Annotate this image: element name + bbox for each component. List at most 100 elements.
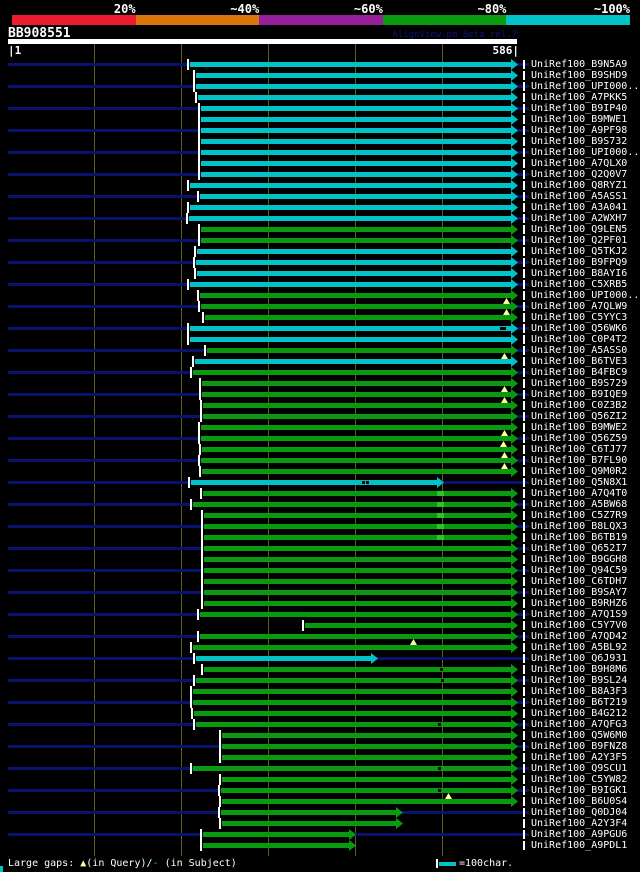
alignment-bar[interactable]	[204, 568, 511, 573]
alignment-bar[interactable]	[201, 117, 511, 122]
alignment-bar[interactable]	[201, 238, 511, 243]
alignment-row[interactable]: UniRef100_UPI000..	[0, 80, 640, 92]
alignment-row[interactable]: UniRef100_B8LQX3	[0, 520, 640, 532]
alignment-row[interactable]: UniRef100_B6TB19	[0, 531, 640, 543]
alignment-bar[interactable]	[193, 645, 511, 650]
alignment-row[interactable]: UniRef100_B6U0S4	[0, 793, 640, 807]
alignment-bar[interactable]	[201, 425, 511, 430]
alignment-row[interactable]: UniRef100_B9SL24	[0, 674, 640, 686]
alignment-row[interactable]: UniRef100_C5Z7R9	[0, 509, 640, 521]
alignment-bar[interactable]	[190, 62, 511, 67]
alignment-bar[interactable]	[203, 403, 511, 408]
alignment-row[interactable]: UniRef100_A2Y3F4	[0, 817, 640, 829]
alignment-bar[interactable]	[193, 766, 511, 771]
alignment-row[interactable]: UniRef100_C5YW82	[0, 773, 640, 785]
alignment-bar[interactable]	[201, 161, 511, 166]
alignment-bar[interactable]	[204, 557, 511, 562]
alignment-bar[interactable]	[201, 304, 511, 309]
alignment-bar[interactable]	[194, 711, 511, 716]
alignment-row[interactable]: UniRef100_Q0DJ04	[0, 806, 640, 818]
alignment-bar[interactable]	[200, 634, 511, 639]
alignment-row[interactable]: UniRef100_A5BW68	[0, 498, 640, 510]
alignment-row[interactable]: UniRef100_B6TVE3	[0, 353, 640, 367]
alignment-row[interactable]: UniRef100_Q6J931	[0, 652, 640, 664]
alignment-bar[interactable]	[207, 348, 511, 353]
alignment-row[interactable]: UniRef100_UPI000..	[0, 146, 640, 158]
alignment-row[interactable]: UniRef100_A7QD42	[0, 630, 640, 642]
alignment-bar[interactable]	[190, 282, 511, 287]
subject-label[interactable]: UniRef100_A9PDL1	[531, 840, 627, 851]
alignment-row[interactable]: UniRef100_Q5TKJ2	[0, 245, 640, 257]
alignment-row[interactable]: UniRef100_B9FNZ8	[0, 740, 640, 752]
alignment-bar[interactable]	[222, 777, 511, 782]
alignment-bar[interactable]	[201, 139, 511, 144]
alignment-row[interactable]: UniRef100_A7Q4T0	[0, 487, 640, 499]
alignment-row[interactable]: UniRef100_Q56WK6	[0, 322, 640, 334]
alignment-bar[interactable]	[201, 172, 511, 177]
alignment-bar[interactable]	[201, 106, 511, 111]
alignment-row[interactable]: UniRef100_B9MWE2	[0, 421, 640, 433]
alignment-bar[interactable]	[197, 271, 511, 276]
alignment-bar[interactable]	[222, 733, 511, 738]
alignment-row[interactable]: UniRef100_A2WXH7	[0, 212, 640, 224]
alignment-bar[interactable]	[221, 810, 396, 815]
alignment-row[interactable]: UniRef100_B9FPQ9	[0, 256, 640, 268]
alignment-row[interactable]: UniRef100_B9H8M6	[0, 663, 640, 675]
alignment-row[interactable]: UniRef100_Q8RYZ1	[0, 179, 640, 191]
alignment-bar[interactable]	[190, 205, 511, 210]
alignment-bar[interactable]	[222, 799, 511, 804]
alignment-row[interactable]: UniRef100_B9RHZ6	[0, 597, 640, 609]
alignment-row[interactable]: UniRef100_Q9M0R2	[0, 463, 640, 477]
alignment-bar[interactable]	[191, 480, 437, 485]
alignment-bar[interactable]	[221, 788, 511, 793]
alignment-row[interactable]: UniRef100_B9GGH8	[0, 553, 640, 565]
alignment-row[interactable]: UniRef100_C6TDH7	[0, 575, 640, 587]
alignment-row[interactable]: UniRef100_A7PKK5	[0, 91, 640, 103]
alignment-bar[interactable]	[196, 656, 371, 661]
alignment-row[interactable]: UniRef100_B9SAY7	[0, 586, 640, 598]
alignment-bar[interactable]	[201, 458, 511, 463]
alignment-bar[interactable]	[202, 447, 511, 452]
alignment-row[interactable]: UniRef100_C5Y7V0	[0, 619, 640, 631]
alignment-bar[interactable]	[201, 128, 511, 133]
alignment-bar[interactable]	[195, 359, 511, 364]
alignment-bar[interactable]	[204, 546, 511, 551]
alignment-row[interactable]: UniRef100_Q652I7	[0, 542, 640, 554]
alignment-row[interactable]: UniRef100_A5ASS1	[0, 190, 640, 202]
alignment-bar[interactable]	[196, 678, 511, 683]
alignment-row[interactable]: UniRef100_Q5N8X1	[0, 476, 640, 488]
alignment-row[interactable]: UniRef100_B6T219	[0, 696, 640, 708]
alignment-bar[interactable]	[222, 744, 511, 749]
alignment-bar[interactable]	[189, 216, 511, 221]
alignment-bar[interactable]	[203, 491, 511, 496]
alignment-row[interactable]: UniRef100_B9S732	[0, 135, 640, 147]
alignment-bar[interactable]	[204, 513, 511, 518]
alignment-bar[interactable]	[190, 326, 511, 331]
alignment-bar[interactable]	[198, 95, 511, 100]
alignment-row[interactable]: UniRef100_B8A3F3	[0, 685, 640, 697]
alignment-bar[interactable]	[204, 667, 511, 672]
alignment-bar[interactable]	[204, 601, 511, 606]
alignment-bar[interactable]	[196, 84, 511, 89]
alignment-row[interactable]: UniRef100_A7QLW9	[0, 298, 640, 312]
alignment-bar[interactable]	[200, 293, 511, 298]
alignment-row[interactable]: UniRef100_B9N5A9	[0, 58, 640, 70]
alignment-row[interactable]: UniRef100_B4FBC9	[0, 366, 640, 378]
alignment-bar[interactable]	[190, 183, 511, 188]
alignment-row[interactable]: UniRef100_Q94C59	[0, 564, 640, 576]
alignment-row[interactable]: UniRef100_C6TJ77	[0, 441, 640, 455]
alignment-row[interactable]: UniRef100_C0Z3B2	[0, 397, 640, 411]
alignment-row[interactable]: UniRef100_Q2PF01	[0, 234, 640, 246]
alignment-bar[interactable]	[200, 194, 511, 199]
alignment-row[interactable]: UniRef100_A2Y3F5	[0, 751, 640, 763]
alignment-bar[interactable]	[201, 436, 511, 441]
alignment-bar[interactable]	[193, 502, 511, 507]
alignment-row[interactable]: UniRef100_A7Q1S9	[0, 608, 640, 620]
alignment-bar[interactable]	[205, 315, 511, 320]
alignment-bar[interactable]	[193, 700, 511, 705]
alignment-row[interactable]: UniRef100_A7QFG3	[0, 718, 640, 730]
alignment-row[interactable]: UniRef100_A9PF98	[0, 124, 640, 136]
alignment-row[interactable]: UniRef100_B4G212	[0, 707, 640, 719]
alignment-bar[interactable]	[202, 469, 511, 474]
alignment-bar[interactable]	[196, 73, 511, 78]
